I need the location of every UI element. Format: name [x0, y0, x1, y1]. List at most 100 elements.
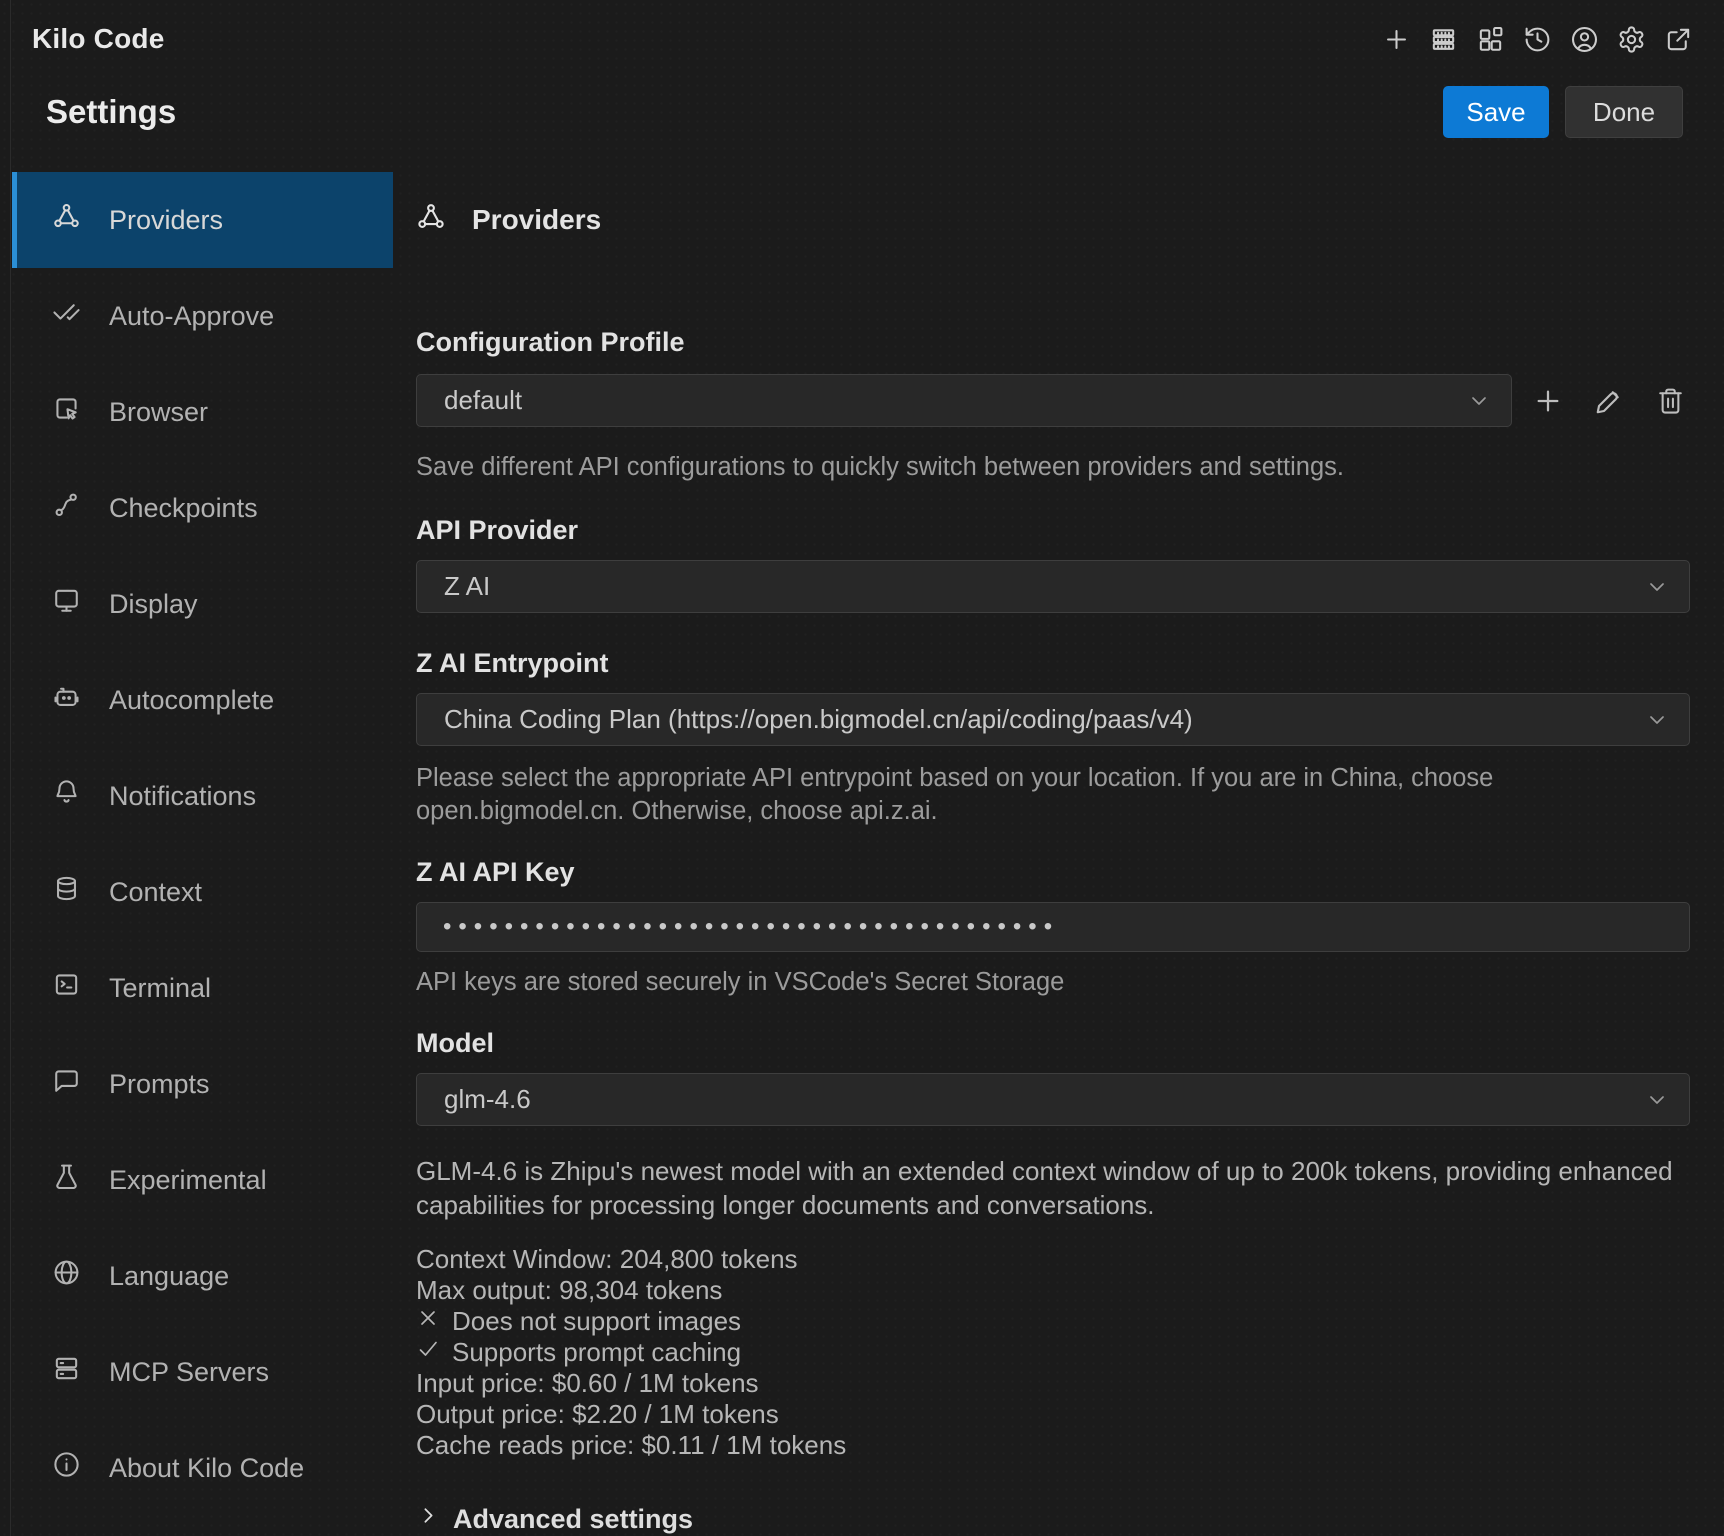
delete-profile-trash-icon[interactable]: [1653, 384, 1687, 418]
sidebar-item-experimental[interactable]: Experimental: [12, 1132, 393, 1228]
marketplace-icon[interactable]: [1474, 23, 1506, 55]
entrypoint-select[interactable]: China Coding Plan (https://open.bigmodel…: [416, 693, 1690, 746]
database-icon: [52, 874, 81, 910]
entrypoint-label: Z AI Entrypoint: [416, 647, 1690, 679]
context-window-row: Context Window: 204,800 tokens: [416, 1244, 1690, 1275]
chevron-down-icon: [1467, 389, 1491, 420]
sidebar-item-label: Terminal: [109, 973, 211, 1004]
sidebar-item-label: Auto-Approve: [109, 301, 274, 332]
providers-knot-icon: [52, 202, 81, 238]
configuration-profile-label: Configuration Profile: [416, 326, 1690, 358]
configuration-profile-select[interactable]: default: [416, 374, 1512, 427]
robot-icon: [52, 682, 81, 718]
sidebar-item-label: Context: [109, 877, 202, 908]
add-profile-icon[interactable]: [1531, 384, 1565, 418]
info-icon: [52, 1450, 81, 1486]
api-key-label: Z AI API Key: [416, 856, 1690, 888]
sidebar-item-context[interactable]: Context: [12, 844, 393, 940]
cache-reads-price-row: Cache reads price: $0.11 / 1M tokens: [416, 1430, 1690, 1461]
configuration-profile-row: default: [416, 374, 1690, 427]
output-price-row: Output price: $2.20 / 1M tokens: [416, 1399, 1690, 1430]
sidebar-item-about[interactable]: About Kilo Code: [12, 1420, 393, 1516]
prompts-list-icon[interactable]: [1427, 23, 1459, 55]
section-title: Providers: [472, 204, 601, 236]
toolbar: [1380, 23, 1694, 55]
header-actions: Save Done: [1443, 86, 1683, 138]
sidebar-item-label: About Kilo Code: [109, 1453, 304, 1484]
prompt-caching-row: Supports prompt caching: [416, 1337, 1690, 1368]
sidebar-item-label: Providers: [109, 205, 223, 236]
model-info: Context Window: 204,800 tokens Max outpu…: [416, 1244, 1690, 1461]
sidebar-item-autocomplete[interactable]: Autocomplete: [12, 652, 393, 748]
no-images-row: Does not support images: [416, 1306, 1690, 1337]
max-output-row: Max output: 98,304 tokens: [416, 1275, 1690, 1306]
model-label: Model: [416, 1027, 1690, 1059]
titlebar: Kilo Code: [0, 0, 1724, 64]
input-price-row: Input price: $0.60 / 1M tokens: [416, 1368, 1690, 1399]
servers-icon: [52, 1354, 81, 1390]
sidebar-item-label: Checkpoints: [109, 493, 258, 524]
sidebar-item-label: Experimental: [109, 1165, 267, 1196]
section-header: Providers: [416, 172, 1690, 268]
model-description: GLM-4.6 is Zhipu's newest model with an …: [416, 1154, 1690, 1222]
content: Providers Auto-Approve Browser Checkpoin…: [0, 172, 1724, 1536]
route-icon: [52, 490, 81, 526]
done-button[interactable]: Done: [1565, 86, 1683, 138]
sidebar-item-browser[interactable]: Browser: [12, 364, 393, 460]
api-key-input[interactable]: [416, 902, 1690, 952]
account-icon[interactable]: [1568, 23, 1600, 55]
sidebar-item-providers[interactable]: Providers: [12, 172, 393, 268]
api-provider-select[interactable]: Z AI: [416, 560, 1690, 613]
sidebar-item-mcp-servers[interactable]: MCP Servers: [12, 1324, 393, 1420]
save-button[interactable]: Save: [1443, 86, 1549, 138]
api-provider-value: Z AI: [444, 571, 490, 602]
check-icon: [416, 1337, 440, 1368]
sidebar-item-label: MCP Servers: [109, 1357, 269, 1388]
rename-profile-pencil-icon[interactable]: [1592, 384, 1626, 418]
settings-sidebar: Providers Auto-Approve Browser Checkpoin…: [12, 172, 393, 1536]
monitor-icon: [52, 586, 81, 622]
api-key-helper: API keys are stored securely in VSCode's…: [416, 966, 1690, 999]
message-icon: [52, 1066, 81, 1102]
double-check-icon: [52, 298, 81, 334]
sidebar-item-prompts[interactable]: Prompts: [12, 1036, 393, 1132]
sidebar-item-auto-approve[interactable]: Auto-Approve: [12, 268, 393, 364]
sidebar-item-checkpoints[interactable]: Checkpoints: [12, 460, 393, 556]
model-select[interactable]: glm-4.6: [416, 1073, 1690, 1126]
sidebar-item-language[interactable]: Language: [12, 1228, 393, 1324]
terminal-icon: [52, 970, 81, 1006]
chevron-down-icon: [1645, 1088, 1669, 1119]
providers-knot-icon: [416, 202, 446, 239]
sidebar-item-label: Autocomplete: [109, 685, 274, 716]
api-provider-label: API Provider: [416, 514, 1690, 546]
kilo-code-settings-window: Kilo Code: [0, 0, 1724, 1536]
bell-icon: [52, 778, 81, 814]
chevron-down-icon: [1645, 708, 1669, 739]
globe-icon: [52, 1258, 81, 1294]
history-icon[interactable]: [1521, 23, 1553, 55]
entrypoint-helper: Please select the appropriate API entryp…: [416, 762, 1690, 828]
sidebar-item-label: Display: [109, 589, 198, 620]
settings-gear-icon[interactable]: [1615, 23, 1647, 55]
open-in-editor-icon[interactable]: [1662, 23, 1694, 55]
page-title: Settings: [46, 93, 176, 131]
configuration-profile-helper: Save different API configurations to qui…: [416, 451, 1690, 484]
sidebar-item-label: Language: [109, 1261, 229, 1292]
app-title: Kilo Code: [32, 23, 164, 55]
flask-icon: [52, 1162, 81, 1198]
sidebar-item-display[interactable]: Display: [12, 556, 393, 652]
entrypoint-value: China Coding Plan (https://open.bigmodel…: [444, 704, 1193, 735]
providers-panel: Providers Configuration Profile default: [393, 172, 1724, 1536]
configuration-profile-value: default: [444, 385, 522, 416]
chevron-down-icon: [1645, 575, 1669, 606]
sidebar-item-label: Browser: [109, 397, 208, 428]
chevron-right-icon: [416, 1503, 441, 1535]
new-task-icon[interactable]: [1380, 23, 1412, 55]
sidebar-item-notifications[interactable]: Notifications: [12, 748, 393, 844]
advanced-settings-toggle[interactable]: Advanced settings: [416, 1503, 1690, 1535]
advanced-settings-label: Advanced settings: [453, 1504, 693, 1535]
x-icon: [416, 1306, 440, 1337]
sidebar-item-label: Prompts: [109, 1069, 210, 1100]
sidebar-item-terminal[interactable]: Terminal: [12, 940, 393, 1036]
model-value: glm-4.6: [444, 1084, 531, 1115]
